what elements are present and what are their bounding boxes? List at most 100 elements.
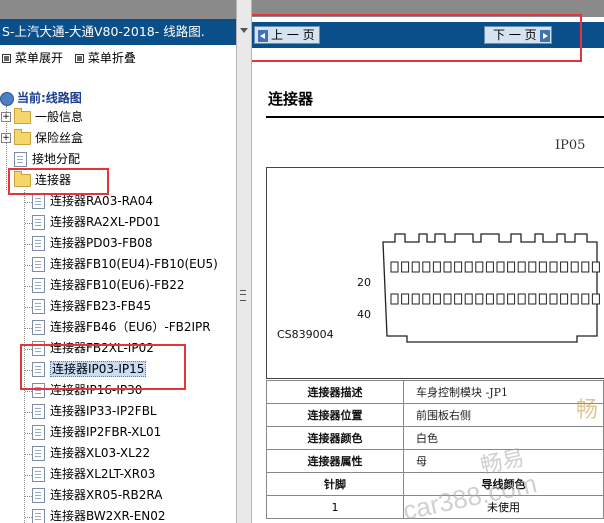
pin-cavity <box>475 293 484 305</box>
pin-cavity <box>581 261 590 273</box>
tree-item-connector[interactable]: 连接器FB10(EU6)-FB22 <box>32 275 185 295</box>
pin-cavity <box>496 293 505 305</box>
tree-line <box>25 349 32 350</box>
tree-item-connector[interactable]: 连接器XR05-RB2RA <box>32 485 162 505</box>
tree-item-label: 连接器XL03-XL22 <box>50 446 151 460</box>
tree-folder-label: 一般信息 <box>35 110 84 124</box>
tree-line <box>25 307 32 308</box>
pin-cavity <box>454 261 463 273</box>
spec-key: 连接器位置 <box>266 403 404 427</box>
tree-panel: S-上汽大通-大通V80-2018- 线路图. 菜单展开 菜单折叠 当前:线路图… <box>0 0 236 523</box>
tree-item-connector[interactable]: 连接器XL2LT-XR03 <box>32 464 155 484</box>
pin-cavity <box>538 261 547 273</box>
tree-item-label: 连接器IP2FBR-XL01 <box>50 425 162 439</box>
spec-value: 前围板右侧 <box>403 403 604 427</box>
heading-divider <box>266 116 604 118</box>
prev-page-button[interactable]: 上 一 页 <box>254 26 320 44</box>
tree-item-label: 连接器IP16-IP30 <box>50 383 143 397</box>
tree-item-connector[interactable]: 连接器PD03-FB08 <box>32 233 152 253</box>
tree-item-label: 连接器XL2LT-XR03 <box>50 467 156 481</box>
tree-item-label: 连接器FB2XL-IP02 <box>50 341 154 355</box>
tree-line <box>25 391 32 392</box>
pin-cavity <box>485 293 494 305</box>
panel-title: S-上汽大通-大通V80-2018- 线路图. <box>2 24 205 39</box>
expand-icon <box>2 53 11 63</box>
tree-line <box>25 223 32 224</box>
chevron-down-icon[interactable] <box>240 28 248 33</box>
tree-line <box>25 286 32 287</box>
tree-folder-fuse[interactable]: 保险丝盒 <box>14 128 83 148</box>
pin-cavity <box>496 261 505 273</box>
tree-item-connector[interactable]: 连接器RA03-RA04 <box>32 191 153 211</box>
document-icon <box>32 194 45 209</box>
pin-cavity <box>560 293 569 305</box>
spec-row: 连接器位置 前围板右侧 <box>266 403 604 427</box>
tree-item-connector[interactable]: 连接器RA2XL-PD01 <box>32 212 160 232</box>
page-nav-bar: 上 一 页 下 一 页 <box>252 22 604 48</box>
tree-item-label: 连接器FB10(EU4)-FB10(EU5) <box>50 257 218 271</box>
tree-line <box>25 244 32 245</box>
pin-cavity <box>464 261 473 273</box>
tree-doc-ground[interactable]: 接地分配 <box>14 149 80 169</box>
document-icon <box>32 425 45 440</box>
tree-item-connector[interactable]: 连接器IP33-IP2FBL <box>32 401 157 421</box>
document-icon <box>32 488 45 503</box>
next-page-label: 下 一 页 <box>493 28 537 42</box>
top-strip <box>252 0 604 17</box>
menu-row: 菜单展开 菜单折叠 <box>0 49 142 66</box>
document-icon <box>32 257 45 272</box>
tree-item-connector[interactable]: 连接器FB23-FB45 <box>32 296 151 316</box>
tree-item-connector[interactable]: 连接器XL03-XL22 <box>32 443 150 463</box>
pin-header-row: 针脚 导线颜色 <box>266 472 604 496</box>
pin-cavity <box>422 293 431 305</box>
expand-plus-icon[interactable]: + <box>1 133 11 143</box>
pin-cavity <box>432 293 441 305</box>
spec-row: 连接器描述 车身控制模块 -JP1 <box>266 380 604 404</box>
tree-line <box>25 496 32 497</box>
pin-cavity <box>591 261 600 273</box>
tree-folder-general[interactable]: 一般信息 <box>14 107 83 127</box>
document-icon <box>32 446 45 461</box>
page-heading: 连接器 <box>268 90 314 108</box>
tree-item-connector[interactable]: 连接器IP16-IP30 <box>32 380 142 400</box>
wire-color-header-label: 导线颜色 <box>403 472 604 496</box>
menu-expand-link[interactable]: 菜单展开 <box>15 51 63 65</box>
tree-item-label: 连接器RA03-RA04 <box>50 194 153 208</box>
document-icon <box>32 383 45 398</box>
pin-cavity <box>464 293 473 305</box>
tree-item-connector[interactable]: 连接器FB2XL-IP02 <box>32 338 154 358</box>
spec-key: 连接器描述 <box>266 380 404 404</box>
tree-folder-label: 保险丝盒 <box>35 131 84 145</box>
menu-collapse-link[interactable]: 菜单折叠 <box>88 51 136 65</box>
tree-item-connector[interactable]: 连接器IP2FBR-XL01 <box>32 422 161 442</box>
pin-cavity <box>560 261 569 273</box>
part-number: CS839004 <box>277 328 334 341</box>
tree-line <box>25 370 32 371</box>
pin-cavity <box>443 293 452 305</box>
pin-cavity <box>549 261 558 273</box>
pin-cavity <box>443 261 452 273</box>
tree-item-connector[interactable]: 连接器FB46（EU6）-FB2IPR <box>32 317 211 337</box>
tree-item-label: 连接器IP03-IP15 <box>50 361 147 377</box>
tree-item-label: 连接器FB10(EU6)-FB22 <box>50 278 185 292</box>
panel-splitter[interactable] <box>236 0 252 523</box>
connector-id: IP05 <box>555 138 586 153</box>
pin-row: 1 未使用 <box>266 495 604 519</box>
tree-item-connector[interactable]: 连接器IP03-IP15 <box>32 359 147 379</box>
tree-doc-label: 接地分配 <box>32 152 81 166</box>
document-icon <box>32 509 45 523</box>
tree-root-current[interactable]: 当前:线路图 <box>0 88 82 108</box>
connector-spec-table: 连接器描述 车身控制模块 -JP1 连接器位置 前围板右侧 连接器颜色 白色 连接器属性母针… <box>266 380 604 519</box>
expand-plus-icon[interactable]: + <box>1 112 11 122</box>
tree-folder-connectors[interactable]: 连接器 <box>14 170 71 190</box>
spec-key: 连接器属性 <box>266 449 404 473</box>
next-page-button[interactable]: 下 一 页 <box>484 26 552 44</box>
pin-cavity <box>507 261 516 273</box>
splitter-grip-icon[interactable] <box>240 290 246 301</box>
pin-cavity <box>390 261 399 273</box>
folder-icon <box>14 129 31 145</box>
tree-item-connector[interactable]: 连接器FB10(EU4)-FB10(EU5) <box>32 254 218 274</box>
tree-line <box>24 190 25 523</box>
document-icon <box>32 467 45 482</box>
tree-item-connector[interactable]: 连接器BW2XR-EN02 <box>32 506 166 523</box>
